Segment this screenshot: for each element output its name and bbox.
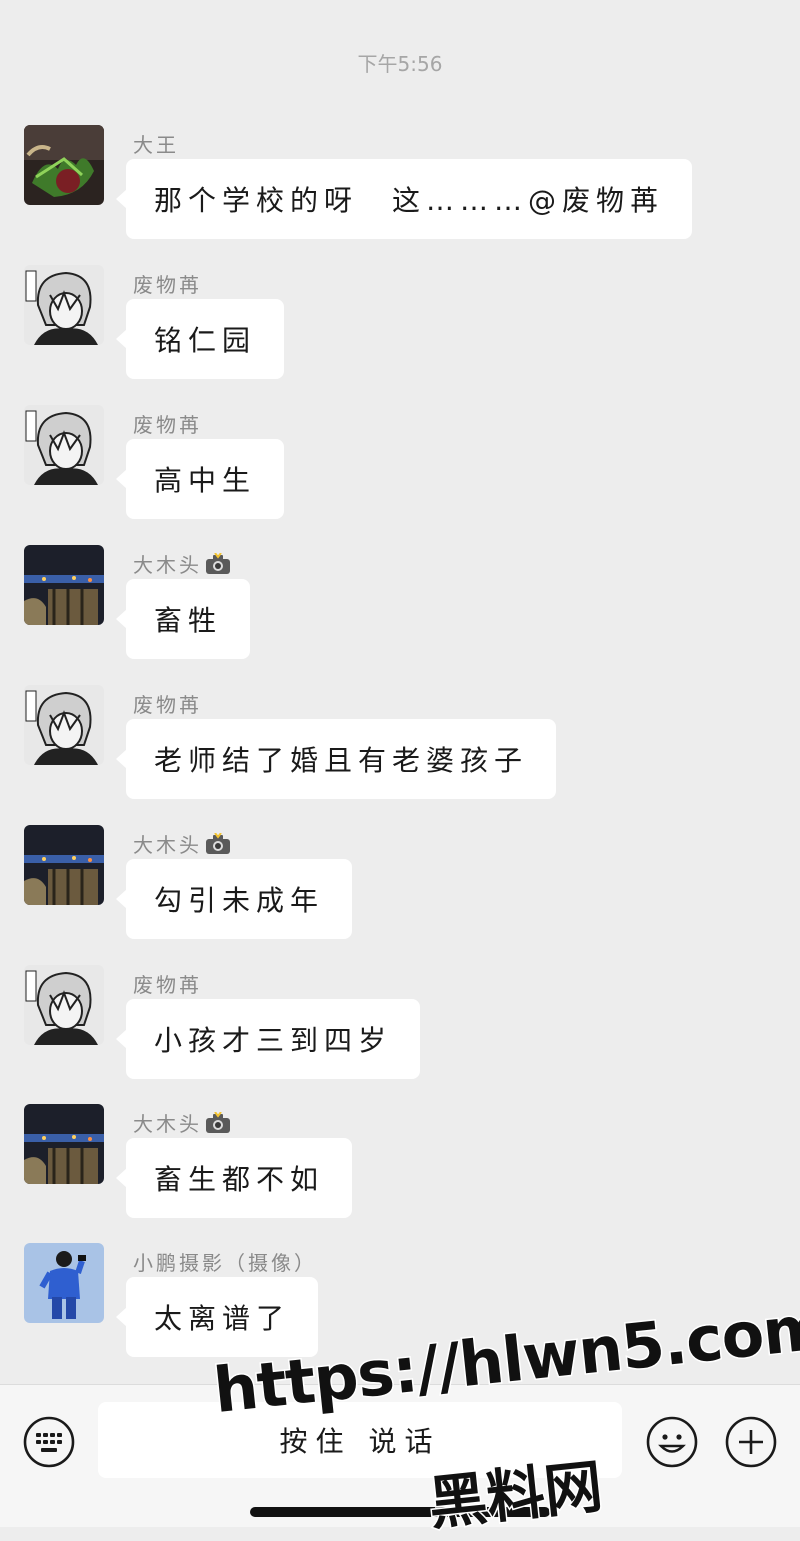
avatar-anime-boy[interactable] bbox=[24, 405, 104, 485]
avatar-night-street[interactable] bbox=[24, 545, 104, 625]
sender-name: 废物苒 bbox=[133, 413, 202, 437]
avatar-anime-boy[interactable] bbox=[24, 685, 104, 765]
message-bubble[interactable]: 老师结了婚且有老婆孩子 bbox=[115, 719, 557, 799]
timestamp: 下午5:56 bbox=[357, 52, 443, 76]
avatar-night-street[interactable] bbox=[24, 825, 104, 905]
message-bubble[interactable]: 那个学校的呀 这………@废物苒 bbox=[115, 159, 693, 239]
sender-name-text: 大木头 bbox=[133, 553, 202, 577]
emoji-icon bbox=[646, 1416, 698, 1468]
avatar-anime-boy[interactable] bbox=[24, 965, 104, 1045]
keyboard-icon bbox=[23, 1416, 75, 1468]
plus-icon bbox=[725, 1416, 777, 1468]
message-bubble[interactable]: 畜牲 bbox=[115, 579, 251, 659]
sender-name: 小鹏摄影（摄像） bbox=[133, 1251, 317, 1275]
sender-name-text: 大木头 bbox=[133, 833, 202, 857]
avatar-night-street[interactable] bbox=[24, 1104, 104, 1184]
message-bubble[interactable]: 畜生都不如 bbox=[115, 1138, 353, 1218]
message-row: 废物苒 铭仁园 bbox=[0, 265, 800, 395]
message-row: 大王 那个学校的呀 这………@废物苒 bbox=[0, 125, 800, 255]
message-row: 废物苒 小孩才三到四岁 bbox=[0, 965, 800, 1095]
message-bubble[interactable]: 高中生 bbox=[115, 439, 285, 519]
message-bubble[interactable]: 小孩才三到四岁 bbox=[115, 999, 421, 1079]
message-row: 大木头 畜牲 bbox=[0, 545, 800, 675]
sender-name-text: 大木头 bbox=[133, 1112, 202, 1136]
camera-emoji-icon bbox=[206, 833, 230, 854]
message-bubble[interactable]: 铭仁园 bbox=[115, 299, 285, 379]
camera-emoji-icon bbox=[206, 553, 230, 574]
sender-name: 大木头 bbox=[133, 829, 232, 858]
emoji-button[interactable] bbox=[645, 1415, 699, 1469]
message-bubble[interactable]: 勾引未成年 bbox=[115, 859, 353, 939]
message-row: 废物苒 高中生 bbox=[0, 405, 800, 535]
message-row: 废物苒 老师结了婚且有老婆孩子 bbox=[0, 685, 800, 815]
sender-name: 废物苒 bbox=[133, 273, 202, 297]
message-bubble[interactable]: 太离谱了 bbox=[115, 1277, 319, 1357]
avatar-rose[interactable] bbox=[24, 125, 104, 205]
sender-name: 废物苒 bbox=[133, 973, 202, 997]
camera-emoji-icon bbox=[206, 1112, 230, 1133]
sender-name: 废物苒 bbox=[133, 693, 202, 717]
sender-name: 大王 bbox=[133, 133, 179, 157]
sender-name: 大木头 bbox=[133, 1108, 232, 1137]
sender-name: 大木头 bbox=[133, 549, 232, 578]
message-row: 大木头 勾引未成年 bbox=[0, 825, 800, 955]
avatar-anime-boy[interactable] bbox=[24, 265, 104, 345]
more-options-button[interactable] bbox=[724, 1415, 778, 1469]
avatar-blue-person[interactable] bbox=[24, 1243, 104, 1323]
message-row: 大木头 畜生都不如 bbox=[0, 1104, 800, 1234]
keyboard-toggle-button[interactable] bbox=[22, 1415, 76, 1469]
